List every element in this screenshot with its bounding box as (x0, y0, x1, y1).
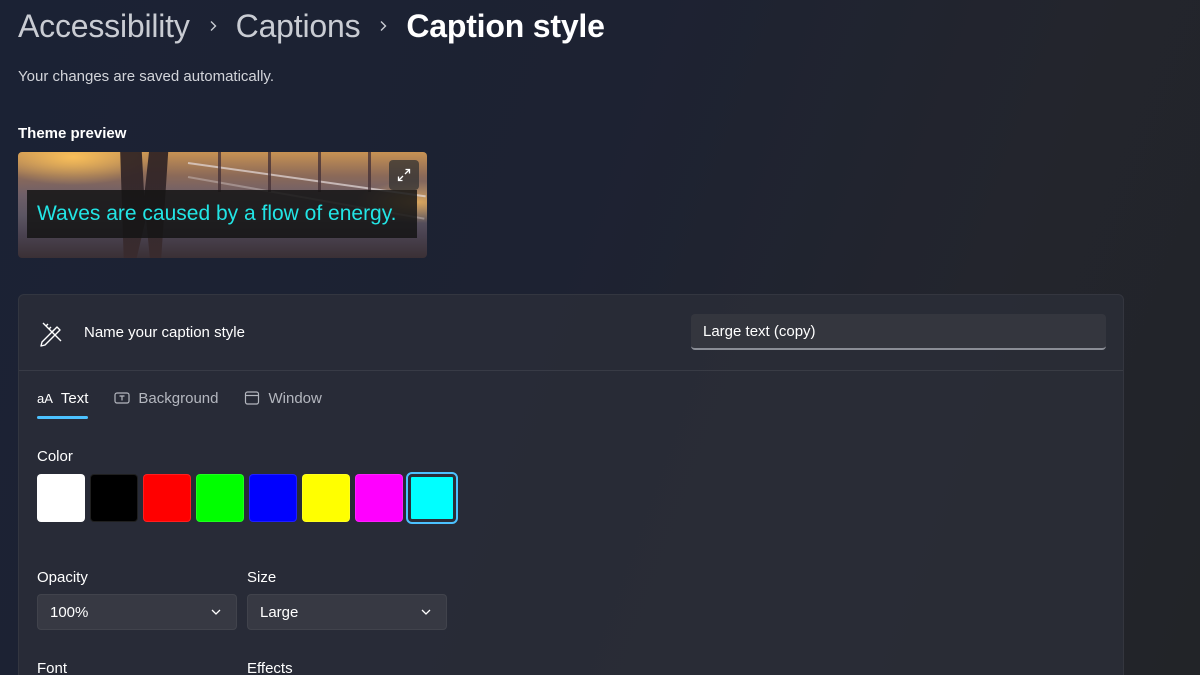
caption-style-name-input[interactable]: Large text (copy) (691, 314, 1106, 350)
color-swatch[interactable] (143, 474, 191, 522)
name-style-label: Name your caption style (84, 324, 245, 341)
tab-background[interactable]: Background (114, 385, 218, 411)
chevron-right-icon (190, 4, 236, 48)
tab-text-label: Text (60, 389, 89, 407)
effects-label: Effects (247, 660, 293, 675)
breadcrumb-captions[interactable]: Captions (236, 8, 361, 45)
opacity-value: 100% (50, 603, 89, 621)
theme-preview: Waves are caused by a flow of energy. (18, 152, 427, 258)
tab-text[interactable]: aA Text (37, 385, 89, 419)
size-dropdown[interactable]: Large (247, 594, 447, 630)
color-swatch[interactable] (90, 474, 138, 522)
text-size-icon: aA (37, 390, 53, 406)
color-swatches (37, 472, 458, 524)
preview-post (268, 152, 271, 192)
breadcrumb-accessibility[interactable]: Accessibility (18, 8, 190, 45)
caption-style-panel: Name your caption style Large text (copy… (18, 294, 1124, 675)
color-label: Color (37, 448, 73, 465)
breadcrumb: Accessibility Captions Caption style (18, 4, 605, 48)
tab-window[interactable]: Window (244, 385, 322, 411)
opacity-dropdown[interactable]: 100% (37, 594, 237, 630)
caption-preview-text: Waves are caused by a flow of energy. (37, 202, 397, 225)
preview-post (368, 152, 371, 192)
name-style-row: Name your caption style Large text (copy… (19, 295, 1123, 371)
font-label: Font (37, 660, 68, 675)
preview-post (218, 152, 221, 192)
tab-window-label: Window (268, 389, 322, 407)
background-icon (114, 391, 131, 405)
color-swatch[interactable] (196, 474, 244, 522)
color-swatch[interactable] (249, 474, 297, 522)
style-tabs: aA Text Background Window (37, 385, 322, 421)
pen-ruler-icon (40, 322, 62, 347)
theme-preview-label: Theme preview (18, 125, 127, 142)
color-swatch[interactable] (406, 472, 458, 524)
window-icon (244, 391, 260, 405)
color-swatch[interactable] (302, 474, 350, 522)
tab-background-label: Background (138, 389, 219, 407)
color-swatch[interactable] (355, 474, 403, 522)
opacity-label: Opacity (37, 569, 88, 586)
preview-post (318, 152, 321, 192)
size-value: Large (260, 603, 299, 621)
expand-preview-button[interactable] (389, 160, 419, 190)
size-label: Size (247, 569, 277, 586)
page-title: Caption style (406, 7, 605, 44)
expand-icon (397, 168, 411, 182)
chevron-down-icon (210, 606, 222, 618)
caption-preview-box: Waves are caused by a flow of energy. (27, 190, 417, 238)
chevron-right-icon (360, 4, 406, 48)
autosave-note: Your changes are saved automatically. (18, 68, 274, 85)
color-swatch[interactable] (37, 474, 85, 522)
chevron-down-icon (420, 606, 432, 618)
